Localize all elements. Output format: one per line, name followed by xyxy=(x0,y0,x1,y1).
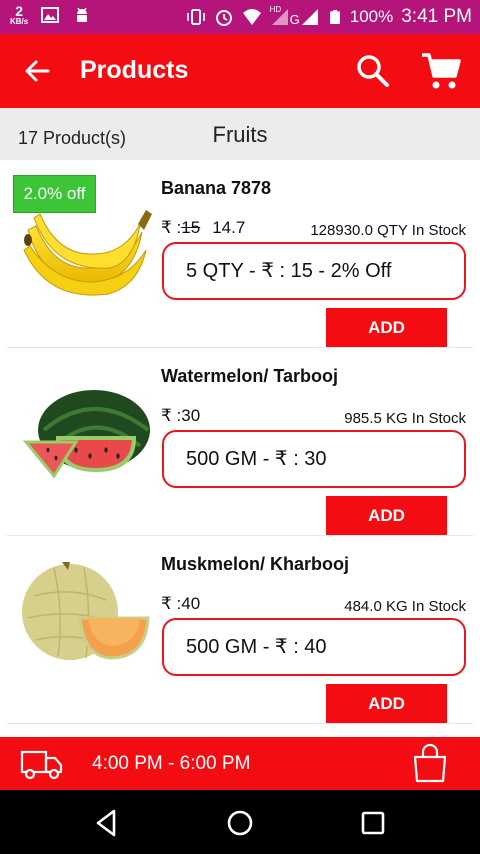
vibrate-icon xyxy=(186,9,205,25)
product-name[interactable]: Muskmelon/ Kharbooj xyxy=(161,554,349,575)
battery-icon xyxy=(329,10,340,24)
network-speed-value: 2 xyxy=(15,3,24,19)
status-bar-left: 2 KB/s xyxy=(10,4,92,26)
shopping-bag-icon[interactable] xyxy=(412,743,448,783)
discount-badge: 2.0% off xyxy=(13,175,96,213)
wifi-icon xyxy=(242,9,261,25)
nav-back-icon[interactable] xyxy=(92,808,122,838)
hd-label: HD xyxy=(269,5,282,14)
delivery-slot: 4:00 PM - 6:00 PM xyxy=(92,753,251,774)
network-type: G xyxy=(289,12,300,27)
nav-recents-icon[interactable] xyxy=(358,808,388,838)
image-notification-icon xyxy=(41,7,60,23)
variant-selector[interactable]: 500 GM - ₹ : 30 xyxy=(162,430,466,488)
stock-label: 484.0 KG In Stock xyxy=(344,598,466,615)
clock: 3:41 PM xyxy=(401,6,472,27)
add-button[interactable]: ADD xyxy=(326,496,447,536)
cellular-signal: HD G xyxy=(269,5,320,27)
android-notification-icon xyxy=(77,7,88,22)
price-row: ₹ :15 14.7 xyxy=(161,218,245,238)
cart-icon[interactable] xyxy=(420,50,462,92)
network-speed-unit: KB/s xyxy=(10,17,29,26)
status-bar-right: HD G 100% 3:41 PM xyxy=(186,0,472,34)
product-price: ₹ :30 xyxy=(161,406,201,425)
watermelon-image xyxy=(22,390,150,479)
network-speed: 2 KB/s xyxy=(10,4,28,26)
search-icon[interactable] xyxy=(354,52,392,90)
product-price: ₹ :40 xyxy=(161,594,201,613)
product-list[interactable]: 2.0% off Banana 7878 ₹ :15 14.7 128930.0 … xyxy=(0,160,480,737)
divider xyxy=(7,723,473,724)
product-name[interactable]: Banana 7878 xyxy=(161,178,271,199)
product-name[interactable]: Watermelon/ Tarbooj xyxy=(161,366,338,387)
stock-label: 985.5 KG In Stock xyxy=(344,410,466,427)
list-header: Fruits 17 Product(s) xyxy=(0,108,480,160)
nav-home-icon[interactable] xyxy=(225,808,255,838)
alarm-icon xyxy=(215,10,232,26)
muskmelon-image xyxy=(22,562,150,660)
add-button[interactable]: ADD xyxy=(326,684,447,724)
signal-strength-icon xyxy=(301,9,318,25)
original-price: 15 xyxy=(181,218,201,237)
add-button[interactable]: ADD xyxy=(326,308,447,348)
status-bar: 2 KB/s HD G 100% 3:41 PM xyxy=(0,0,480,34)
variant-selector[interactable]: 500 GM - ₹ : 40 xyxy=(162,618,466,676)
product-card[interactable]: Watermelon/ Tarbooj ₹ :30 985.5 KG In St… xyxy=(0,348,480,536)
stock-label: 128930.0 QTY In Stock xyxy=(310,222,466,239)
delivery-truck-icon xyxy=(20,750,63,780)
discounted-price: 14.7 xyxy=(212,218,246,237)
variant-selector[interactable]: 5 QTY - ₹ : 15 - 2% Off xyxy=(162,242,466,300)
system-nav-bar xyxy=(0,790,480,854)
delivery-bar: 4:00 PM - 6:00 PM xyxy=(0,737,480,790)
app-bar: Products xyxy=(0,34,480,108)
product-card[interactable]: Muskmelon/ Kharbooj ₹ :40 484.0 KG In St… xyxy=(0,536,480,724)
product-card[interactable]: 2.0% off Banana 7878 ₹ :15 14.7 128930.0 … xyxy=(0,160,480,348)
currency-prefix: ₹ : xyxy=(161,218,182,237)
battery-percent: 100% xyxy=(349,7,394,26)
page-title: Products xyxy=(80,56,189,84)
product-count: 17 Product(s) xyxy=(18,128,127,148)
arrow-left-icon[interactable] xyxy=(20,54,54,88)
